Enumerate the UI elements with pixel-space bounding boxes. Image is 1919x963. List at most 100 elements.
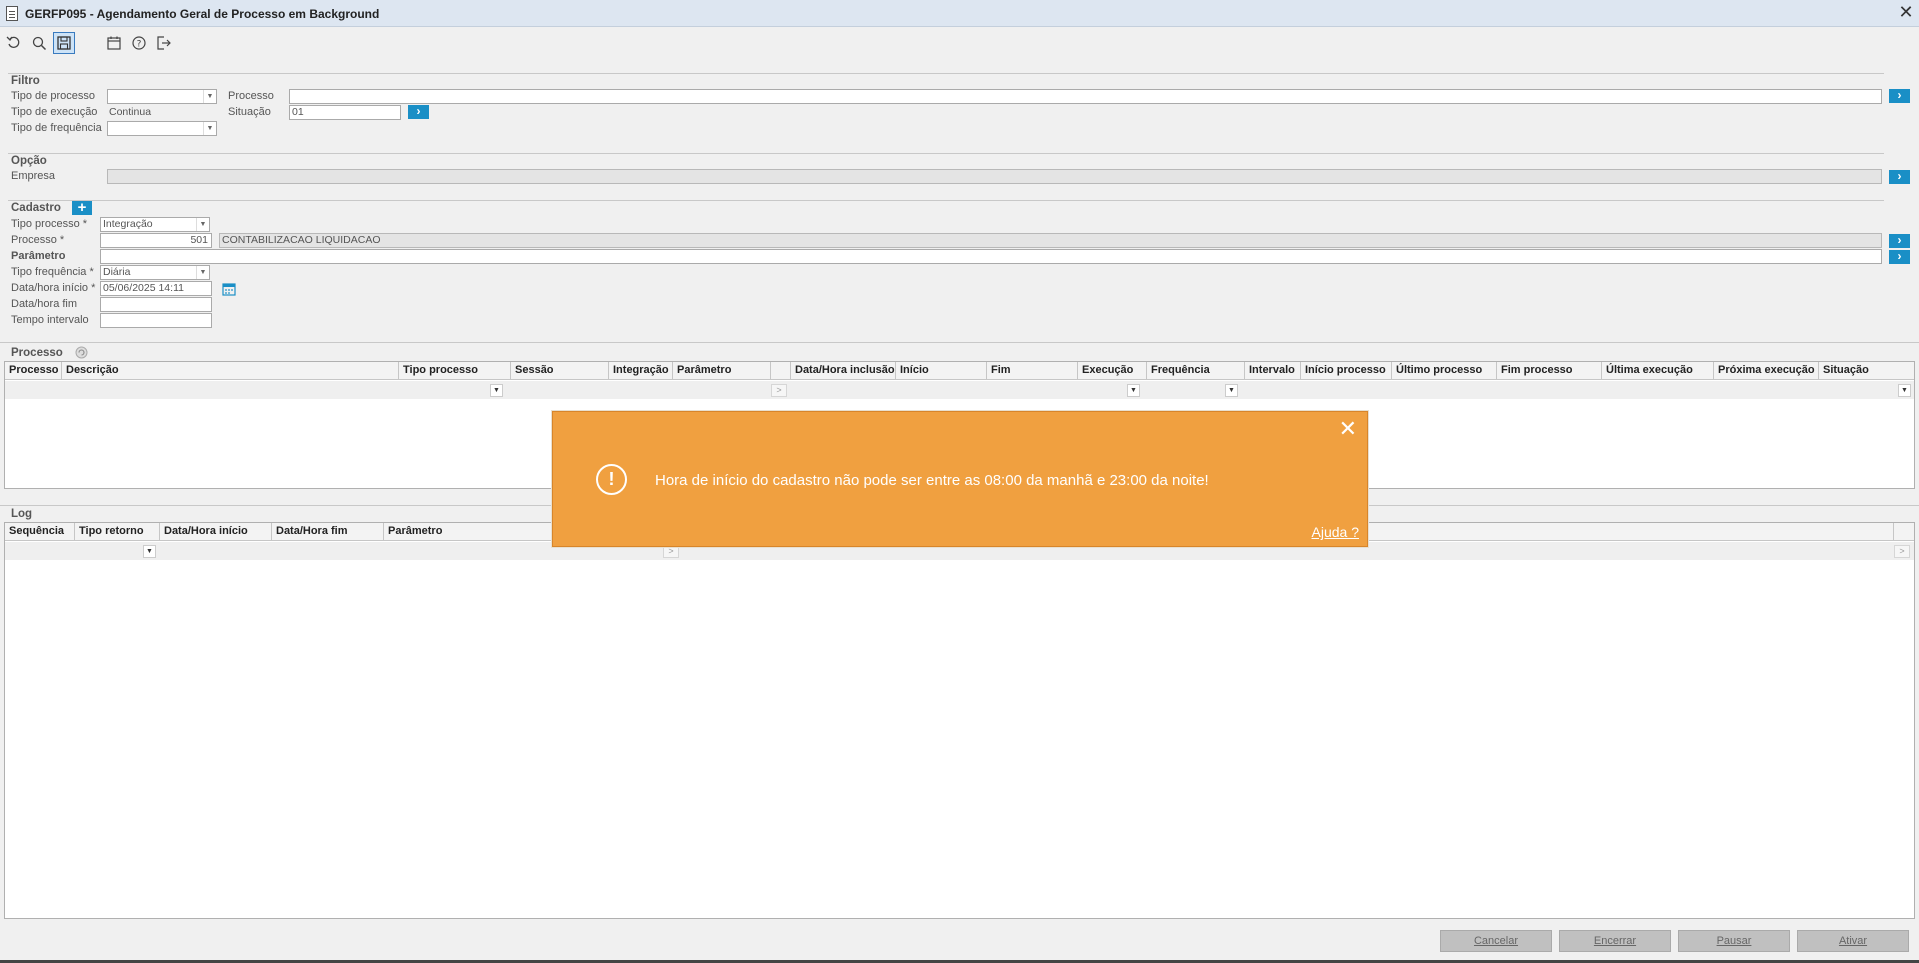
col-execucao[interactable]: Execução bbox=[1078, 362, 1147, 380]
cadastro-processo-desc: CONTABILIZACAO LIQUIDACAO bbox=[219, 233, 1882, 248]
add-cadastro-button[interactable]: + bbox=[72, 200, 92, 215]
chevron-down-icon[interactable]: ▼ bbox=[143, 545, 156, 558]
toast-message: Hora de início do cadastro não pode ser … bbox=[655, 472, 1209, 489]
col-ultima-execucao[interactable]: Última execução bbox=[1602, 362, 1714, 380]
opcao-empresa-label: Empresa bbox=[11, 170, 56, 182]
undo-button[interactable] bbox=[3, 32, 25, 54]
chevron-down-icon[interactable]: ▼ bbox=[490, 384, 503, 397]
cadastro-data-fim-input[interactable] bbox=[100, 297, 212, 312]
col-frequencia[interactable]: Frequência bbox=[1147, 362, 1245, 380]
log-grid-title: Log bbox=[11, 508, 33, 520]
help-button[interactable]: ? bbox=[128, 32, 150, 54]
col-blank bbox=[771, 362, 791, 380]
calendar-button[interactable] bbox=[103, 32, 125, 54]
search-icon bbox=[32, 36, 47, 51]
processo-grid-title: Processo bbox=[11, 347, 63, 359]
col-tipo-processo[interactable]: Tipo processo bbox=[399, 362, 511, 380]
refresh-icon[interactable] bbox=[75, 346, 88, 359]
chevron-down-icon[interactable]: ▼ bbox=[1225, 384, 1238, 397]
filtro-processo-go-button[interactable]: › bbox=[1889, 89, 1910, 103]
col-inicio[interactable]: Início bbox=[896, 362, 987, 380]
col-sessao[interactable]: Sessão bbox=[511, 362, 609, 380]
chevron-down-icon: ▼ bbox=[203, 122, 216, 135]
calendar-picker-icon[interactable] bbox=[222, 282, 236, 296]
chevron-down-icon: ▼ bbox=[196, 266, 209, 279]
col-processo[interactable]: Processo bbox=[5, 362, 62, 380]
cadastro-tipo-processo-label: Tipo processo * bbox=[11, 218, 88, 230]
help-icon: ? bbox=[132, 36, 146, 50]
processo-divider bbox=[0, 342, 1919, 343]
search-button[interactable] bbox=[28, 32, 50, 54]
col-data-hora-inclusao[interactable]: Data/Hora inclusão bbox=[791, 362, 896, 380]
processo-grid-header: Processo Descrição Tipo processo Sessão … bbox=[5, 362, 1914, 380]
opcao-empresa-input[interactable] bbox=[107, 169, 1882, 184]
chevron-down-icon[interactable]: ▼ bbox=[1898, 384, 1911, 397]
col-descricao[interactable]: Descrição bbox=[62, 362, 399, 380]
cancelar-button[interactable]: Cancelar bbox=[1440, 930, 1552, 952]
col-proxima-execucao[interactable]: Próxima execução bbox=[1714, 362, 1819, 380]
col-fim-processo[interactable]: Fim processo bbox=[1497, 362, 1602, 380]
toast-help-link[interactable]: Ajuda ? bbox=[1312, 524, 1359, 540]
chevron-right-icon[interactable]: > bbox=[771, 384, 787, 397]
document-icon bbox=[6, 6, 18, 21]
col-data-hora-fim[interactable]: Data/Hora fim bbox=[272, 523, 384, 541]
calendar-icon bbox=[107, 36, 121, 50]
filtro-processo-input[interactable] bbox=[289, 89, 1882, 104]
filtro-tipo-execucao-value[interactable]: Continua bbox=[107, 106, 217, 121]
cadastro-parametro-go-button[interactable]: › bbox=[1889, 250, 1910, 264]
filtro-situacao-go-button[interactable]: › bbox=[408, 105, 429, 119]
opcao-divider bbox=[8, 153, 1884, 154]
cadastro-parametro-input[interactable] bbox=[100, 249, 1882, 264]
toolbar: ? bbox=[0, 28, 1919, 58]
filtro-situacao-input[interactable]: 01 bbox=[289, 105, 401, 120]
filtro-title: Filtro bbox=[11, 75, 40, 87]
save-icon bbox=[57, 36, 71, 50]
chevron-down-icon: ▼ bbox=[196, 218, 209, 231]
filtro-tipo-processo-select[interactable]: ▼ bbox=[107, 89, 217, 104]
filtro-tipo-execucao-label: Tipo de execução bbox=[11, 106, 98, 118]
save-button[interactable] bbox=[53, 32, 75, 54]
undo-icon bbox=[6, 36, 20, 48]
chevron-down-icon[interactable]: ▼ bbox=[1127, 384, 1140, 397]
svg-text:?: ? bbox=[137, 40, 142, 50]
filtro-situacao-label: Situação bbox=[228, 106, 271, 118]
title-bar: GERFP095 - Agendamento Geral de Processo… bbox=[0, 0, 1919, 27]
filtro-processo-label: Processo bbox=[228, 90, 274, 102]
col-intervalo[interactable]: Intervalo bbox=[1245, 362, 1301, 380]
exit-button[interactable] bbox=[153, 32, 175, 54]
chevron-right-icon[interactable]: > bbox=[1894, 545, 1910, 558]
cadastro-tempo-intervalo-label: Tempo intervalo bbox=[11, 314, 89, 326]
col-fim[interactable]: Fim bbox=[987, 362, 1078, 380]
cadastro-tipo-processo-select[interactable]: Integração ▼ bbox=[100, 217, 210, 232]
exclamation-icon: ! bbox=[596, 464, 627, 495]
col-tipo-retorno[interactable]: Tipo retorno bbox=[75, 523, 160, 541]
filtro-tipo-frequencia-select[interactable]: ▼ bbox=[107, 121, 217, 136]
col-sequencia[interactable]: Sequência bbox=[5, 523, 75, 541]
col-inicio-processo[interactable]: Início processo bbox=[1301, 362, 1392, 380]
pausar-button[interactable]: Pausar bbox=[1678, 930, 1790, 952]
cadastro-title: Cadastro bbox=[11, 202, 61, 214]
cadastro-tipo-frequencia-select[interactable]: Diária ▼ bbox=[100, 265, 210, 280]
col-integracao[interactable]: Integração bbox=[609, 362, 673, 380]
opcao-empresa-go-button[interactable]: › bbox=[1889, 170, 1910, 184]
cadastro-tempo-intervalo-input[interactable] bbox=[100, 313, 212, 328]
cadastro-data-fim-label: Data/hora fim bbox=[11, 298, 78, 310]
col-parametro[interactable]: Parâmetro bbox=[673, 362, 771, 380]
window-close-button[interactable]: ✕ bbox=[1897, 3, 1915, 22]
chevron-down-icon: ▼ bbox=[203, 90, 216, 103]
col-situacao[interactable]: Situação bbox=[1819, 362, 1914, 380]
cadastro-divider bbox=[8, 200, 1884, 201]
log-grid: Sequência Tipo retorno Data/Hora início … bbox=[4, 522, 1915, 919]
exit-icon bbox=[157, 36, 171, 50]
encerrar-button[interactable]: Encerrar bbox=[1559, 930, 1671, 952]
filtro-tipo-processo-label: Tipo de processo bbox=[11, 90, 95, 102]
filtro-divider bbox=[8, 73, 1884, 74]
cadastro-processo-code-input[interactable]: 501 bbox=[100, 233, 212, 248]
ativar-button[interactable]: Ativar bbox=[1797, 930, 1909, 952]
cadastro-data-inicio-input[interactable]: 05/06/2025 14:11 bbox=[100, 281, 212, 296]
toast-close-button[interactable]: ✕ bbox=[1339, 418, 1357, 440]
col-data-hora-inicio[interactable]: Data/Hora início bbox=[160, 523, 272, 541]
col-ultimo-processo[interactable]: Último processo bbox=[1392, 362, 1497, 380]
filtro-tipo-frequencia-label: Tipo de frequência bbox=[11, 122, 102, 134]
cadastro-processo-go-button[interactable]: › bbox=[1889, 234, 1910, 248]
